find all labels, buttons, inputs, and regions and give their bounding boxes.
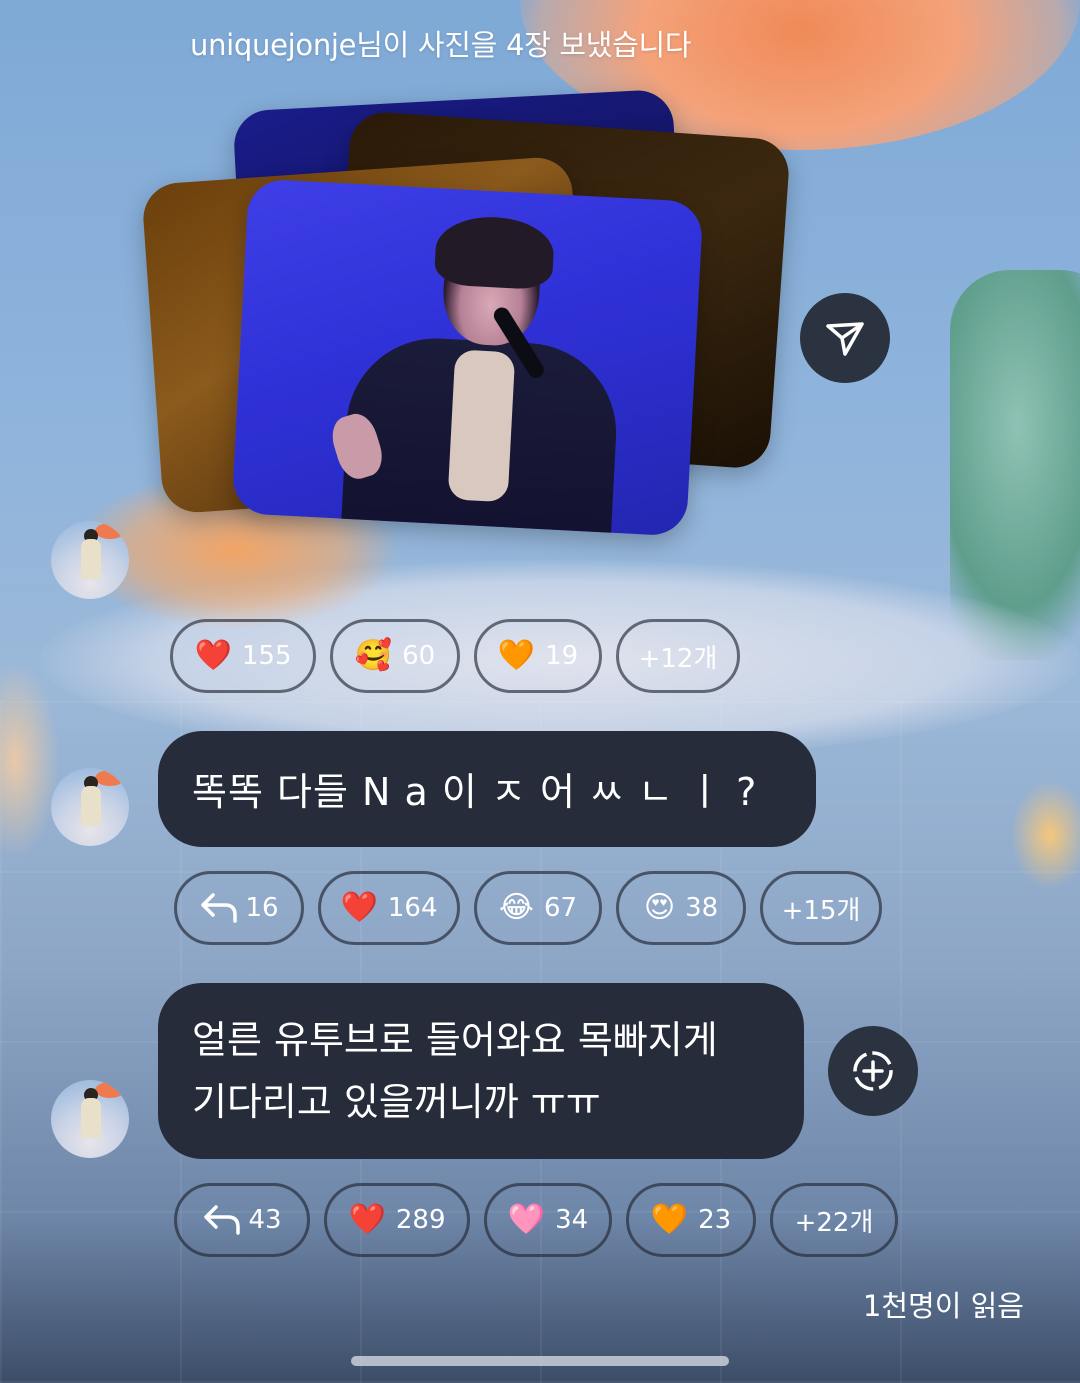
- reaction-count: 23: [698, 1205, 732, 1235]
- photo-stack[interactable]: [140, 70, 800, 550]
- reaction-tears-of-joy[interactable]: 😂 67: [474, 871, 602, 945]
- avatar[interactable]: [51, 768, 129, 846]
- reaction-orange-heart[interactable]: 🧡 19: [474, 619, 602, 693]
- reply-button[interactable]: 43: [174, 1183, 310, 1257]
- background-muffin-shape: [0, 660, 60, 860]
- send-icon: [826, 322, 864, 356]
- reaction-count: 38: [685, 893, 719, 923]
- reaction-smiling-hearts[interactable]: 🥰 60: [330, 619, 460, 693]
- more-reactions-button[interactable]: +15개: [760, 871, 882, 945]
- home-indicator[interactable]: [351, 1356, 729, 1366]
- reaction-row-message-1: ❤️ 155 🥰 60 🧡 19 +12개: [170, 619, 754, 693]
- reaction-pink-heart[interactable]: 🩷 34: [484, 1183, 612, 1257]
- reaction-count: 60: [402, 641, 436, 671]
- share-button[interactable]: [800, 293, 890, 383]
- photo-sent-notice: uniquejonje님이 사진을 4장 보냈습니다: [190, 28, 692, 62]
- reaction-count: 164: [387, 893, 438, 923]
- red-heart-icon: ❤️: [340, 890, 378, 925]
- message-text-line-2: 기다리고 있을꺼니까 ㅠㅠ: [192, 1080, 601, 1124]
- reaction-row-message-3: 43 ❤️ 289 🩷 34 🧡 23 +22개: [174, 1183, 912, 1257]
- red-heart-icon: ❤️: [348, 1202, 386, 1237]
- photo-thumbnail-1[interactable]: [231, 178, 704, 537]
- message-bubble[interactable]: 얼른 유투브로 들어와요 목빠지게 기다리고 있을꺼니까 ㅠㅠ: [158, 983, 804, 1159]
- reaction-heart[interactable]: ❤️ 164: [318, 871, 460, 945]
- orange-heart-icon: 🧡: [497, 638, 536, 673]
- smiling-face-with-hearts-icon: 🥰: [354, 638, 393, 673]
- reply-count: 43: [248, 1205, 282, 1235]
- background-cake-shape: [1010, 780, 1080, 890]
- reaction-count: 155: [241, 641, 292, 671]
- message-text-line-1: 얼른 유투브로 들어와요 목빠지게: [192, 1018, 718, 1062]
- red-heart-icon: ❤️: [194, 638, 232, 673]
- avatar[interactable]: [51, 1080, 129, 1158]
- more-reactions-label: +12개: [638, 643, 718, 674]
- reply-count: 16: [245, 893, 279, 923]
- reaction-heart[interactable]: ❤️ 155: [170, 619, 316, 693]
- reply-arrow-icon: [202, 1203, 242, 1237]
- add-reaction-button[interactable]: [828, 1026, 918, 1116]
- avatar[interactable]: [51, 521, 129, 599]
- orange-heart-icon: 🧡: [650, 1202, 689, 1237]
- photo-singer-shirt: [447, 349, 516, 503]
- more-reactions-button[interactable]: +12개: [616, 619, 740, 693]
- add-circle-icon: [853, 1051, 893, 1091]
- more-reactions-button[interactable]: +22개: [770, 1183, 898, 1257]
- message-text: 똑똑 다들 N a 이 ㅈ 어 ㅆ ㄴ ㅣ ?: [192, 770, 758, 814]
- reply-button[interactable]: 16: [174, 871, 304, 945]
- heart-eyes-icon: 😍: [643, 890, 676, 925]
- reaction-count: 34: [555, 1205, 589, 1235]
- read-status: 1천명이 읽음: [862, 1289, 1024, 1323]
- reaction-heart-eyes[interactable]: 😍 38: [616, 871, 746, 945]
- reaction-row-message-2: 16 ❤️ 164 😂 67 😍 38 +15개: [174, 871, 896, 945]
- tears-of-joy-icon: 😂: [498, 890, 534, 925]
- reaction-count: 19: [545, 641, 579, 671]
- reaction-orange-heart[interactable]: 🧡 23: [626, 1183, 756, 1257]
- reaction-heart[interactable]: ❤️ 289: [324, 1183, 470, 1257]
- reaction-count: 289: [395, 1205, 446, 1235]
- pink-heart-icon: 🩷: [507, 1202, 546, 1237]
- message-bubble[interactable]: 똑똑 다들 N a 이 ㅈ 어 ㅆ ㄴ ㅣ ?: [158, 731, 816, 847]
- reaction-count: 67: [543, 893, 578, 923]
- more-reactions-label: +22개: [794, 1207, 874, 1238]
- more-reactions-label: +15개: [781, 895, 861, 926]
- photo-singer-hair: [433, 214, 556, 291]
- reply-arrow-icon: [199, 891, 239, 925]
